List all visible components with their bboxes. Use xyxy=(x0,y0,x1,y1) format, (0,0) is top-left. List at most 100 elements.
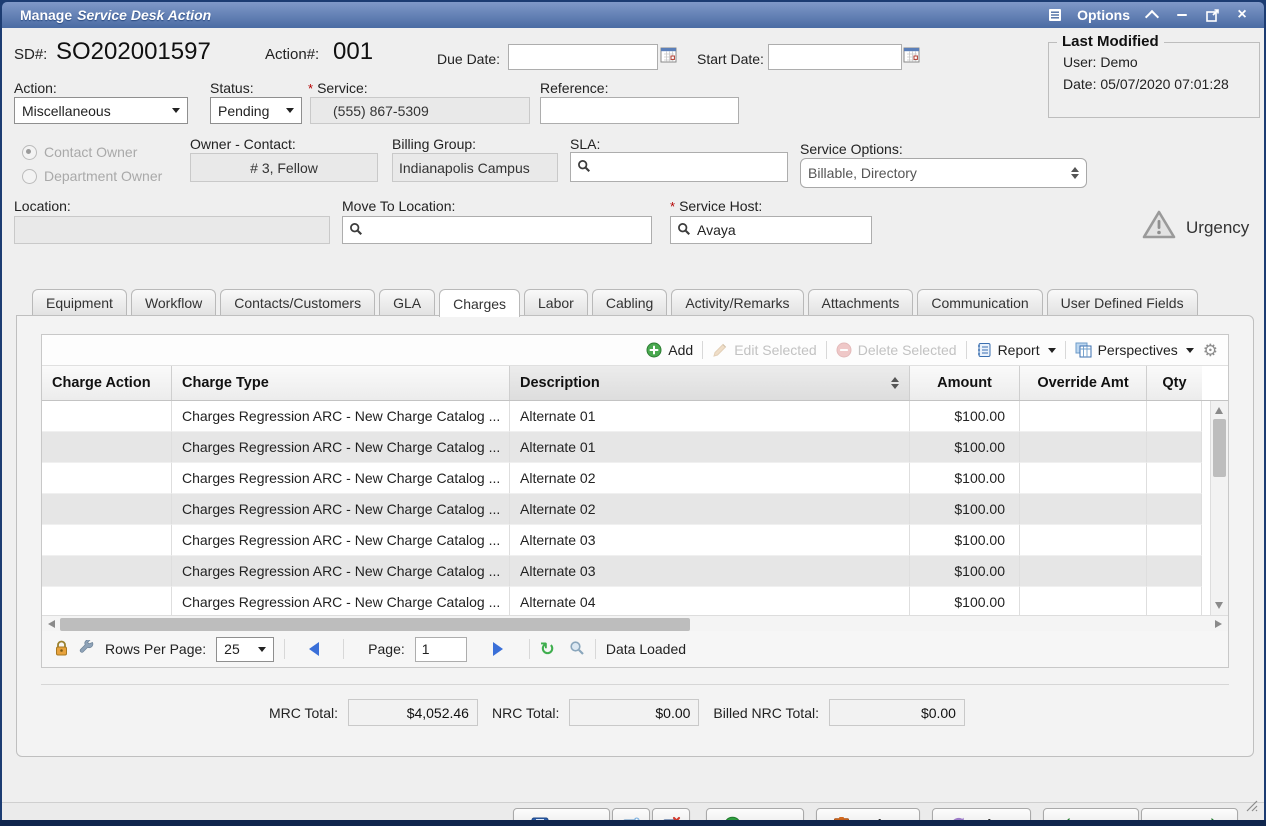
gear-icon[interactable]: ⚙ xyxy=(1203,342,1218,359)
dialog-body: SD#: SO202001597 Action#: 001 Due Date: … xyxy=(2,28,1264,820)
billed-nrc-total-label: Billed NRC Total: xyxy=(713,705,819,721)
report-button[interactable]: Report xyxy=(976,342,1056,358)
search-icon xyxy=(677,222,691,239)
move-to-location-search-input[interactable] xyxy=(342,216,652,244)
tab-workflow[interactable]: Workflow xyxy=(131,289,216,315)
tab-communication[interactable]: Communication xyxy=(917,289,1042,315)
due-date-calendar-icon[interactable] xyxy=(660,46,677,68)
rows-per-page-label: Rows Per Page: xyxy=(105,641,206,657)
action-number-value: 001 xyxy=(333,38,373,66)
table-row[interactable]: Charges Regression ARC - New Charge Cata… xyxy=(42,432,1228,463)
billing-group-label: Billing Group: xyxy=(392,136,476,152)
sla-label: SLA: xyxy=(570,136,600,152)
service-desk-action-window: ManageService Desk Action Options × SD#:… xyxy=(0,0,1266,826)
column-header-amount[interactable]: Amount xyxy=(910,366,1020,400)
resize-handle[interactable] xyxy=(1246,800,1258,812)
scroll-right-icon[interactable] xyxy=(1215,620,1222,628)
window-titlebar: ManageService Desk Action Options × xyxy=(2,2,1264,29)
window-bottom-frame xyxy=(0,820,1266,826)
table-row[interactable]: Charges Regression ARC - New Charge Cata… xyxy=(42,401,1228,432)
mrc-total-field: $4,052.46 xyxy=(348,699,478,726)
table-row[interactable]: Charges Regression ARC - New Charge Cata… xyxy=(42,587,1228,615)
next-page-icon[interactable] xyxy=(493,642,503,656)
refresh-icon[interactable]: ↻ xyxy=(540,640,555,658)
service-host-search-input[interactable]: Avaya xyxy=(670,216,872,244)
sd-number-value: SO202001597 xyxy=(56,38,211,66)
column-header-qty[interactable]: Qty xyxy=(1147,366,1202,400)
column-header-charge-type[interactable]: Charge Type xyxy=(172,366,510,400)
start-date-label: Start Date: xyxy=(697,51,764,67)
action-number-label: Action#: xyxy=(265,46,319,63)
move-to-location-label: Move To Location: xyxy=(342,198,455,214)
sla-search-input[interactable] xyxy=(570,152,788,182)
minus-circle-icon xyxy=(836,342,852,358)
window-title-prefix: Manage xyxy=(20,7,72,23)
lock-icon[interactable] xyxy=(54,640,69,659)
scroll-up-icon[interactable] xyxy=(1215,407,1223,414)
prev-page-icon[interactable] xyxy=(309,642,319,656)
start-date-input[interactable] xyxy=(768,44,902,70)
chevron-down-icon xyxy=(172,108,180,113)
tab-cabling[interactable]: Cabling xyxy=(592,289,667,315)
tab-equipment[interactable]: Equipment xyxy=(32,289,127,315)
grid-body: Charges Regression ARC - New Charge Cata… xyxy=(42,401,1228,615)
rows-per-page-select[interactable]: 25 xyxy=(216,637,274,662)
collapse-icon[interactable] xyxy=(1144,7,1160,23)
popout-icon[interactable] xyxy=(1204,7,1220,23)
location-label: Location: xyxy=(14,198,71,214)
owner-radio-group: Contact Owner Department Owner xyxy=(22,144,162,192)
table-row[interactable]: Charges Regression ARC - New Charge Cata… xyxy=(42,463,1228,494)
last-modified-title: Last Modified xyxy=(1057,33,1164,50)
page-input[interactable] xyxy=(415,637,467,662)
perspectives-button[interactable]: Perspectives xyxy=(1075,342,1194,358)
required-asterisk: * xyxy=(670,199,675,214)
tab-charges[interactable]: Charges xyxy=(439,289,520,317)
totals-row: MRC Total: $4,052.46 NRC Total: $0.00 Bi… xyxy=(41,684,1229,726)
status-select[interactable]: Pending xyxy=(210,97,302,124)
scroll-down-icon[interactable] xyxy=(1215,602,1223,609)
wrench-icon[interactable] xyxy=(79,640,95,659)
column-header-charge-action[interactable]: Charge Action xyxy=(42,366,172,400)
column-header-description[interactable]: Description xyxy=(510,366,910,400)
table-row[interactable]: Charges Regression ARC - New Charge Cata… xyxy=(42,494,1228,525)
tab-gla[interactable]: GLA xyxy=(379,289,435,315)
start-date-calendar-icon[interactable] xyxy=(903,46,920,68)
reference-input[interactable] xyxy=(540,97,739,124)
urgency-indicator[interactable]: Urgency xyxy=(1142,210,1249,245)
minimize-icon[interactable] xyxy=(1174,7,1190,23)
scrollbar-thumb[interactable] xyxy=(60,618,690,631)
tab-labor[interactable]: Labor xyxy=(524,289,588,315)
pagination-bar: Rows Per Page: 25 Page: ↻ Data Loaded xyxy=(41,631,1229,668)
scrollbar-thumb[interactable] xyxy=(1213,419,1226,477)
column-header-override-amt[interactable]: Override Amt xyxy=(1020,366,1147,400)
tab-activity-remarks[interactable]: Activity/Remarks xyxy=(671,289,803,315)
search-grid-icon[interactable] xyxy=(569,640,585,659)
sort-icon xyxy=(891,377,899,389)
action-label: Action: xyxy=(14,80,57,96)
vertical-scrollbar[interactable] xyxy=(1210,401,1228,615)
edit-selected-button: Edit Selected xyxy=(712,342,817,358)
action-select[interactable]: Miscellaneous xyxy=(14,97,188,124)
chevron-down-icon xyxy=(286,108,294,113)
table-row[interactable]: Charges Regression ARC - New Charge Cata… xyxy=(42,556,1228,587)
service-options-label: Service Options: xyxy=(800,141,903,157)
tab-user-defined-fields[interactable]: User Defined Fields xyxy=(1047,289,1198,315)
search-icon xyxy=(349,222,363,239)
billing-group-field: Indianapolis Campus xyxy=(392,153,558,182)
contact-owner-radio[interactable]: Contact Owner xyxy=(22,144,162,160)
tab-attachments[interactable]: Attachments xyxy=(808,289,914,315)
add-button[interactable]: Add xyxy=(646,342,693,358)
options-button[interactable]: Options xyxy=(1077,7,1130,23)
charges-tab-panel: Add Edit Selected Delete Selected xyxy=(16,315,1254,757)
department-owner-radio[interactable]: Department Owner xyxy=(22,168,162,184)
due-date-input[interactable] xyxy=(508,44,658,70)
scroll-left-icon[interactable] xyxy=(48,620,55,628)
search-icon xyxy=(577,159,591,176)
close-icon[interactable]: × xyxy=(1234,7,1250,23)
service-options-select[interactable]: Billable, Directory xyxy=(800,158,1087,188)
window-title: ManageService Desk Action xyxy=(2,7,211,23)
nrc-total-field: $0.00 xyxy=(569,699,699,726)
tab-contacts-customers[interactable]: Contacts/Customers xyxy=(220,289,375,315)
mrc-total-label: MRC Total: xyxy=(269,705,338,721)
table-row[interactable]: Charges Regression ARC - New Charge Cata… xyxy=(42,525,1228,556)
